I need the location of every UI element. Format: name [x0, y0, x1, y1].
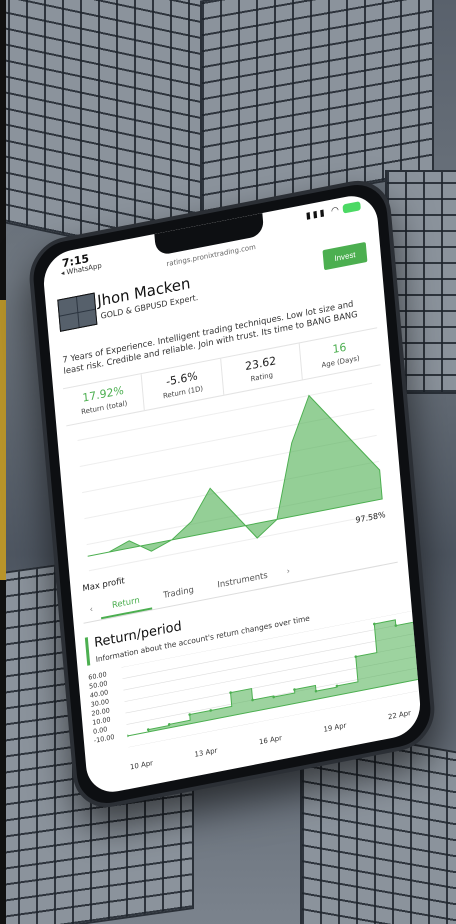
phone-mockup: 7:15 ◂ WhatsApp ▮▮▮ ◠ ratings.pronixtrad…: [26, 174, 438, 814]
stat-age: 16 Age (Days): [298, 328, 381, 380]
stat-return-1d: -5.6% Return (1D): [140, 358, 223, 411]
y-axis-labels: 60.00 50.00 40.00 30.00 20.00 10.00 0.00…: [88, 668, 124, 746]
avatar: [57, 292, 98, 332]
battery-icon: [342, 201, 361, 214]
data-point: [126, 734, 129, 738]
stat-return-total: 17.92% Return (total): [63, 374, 144, 425]
phone-screen: 7:15 ◂ WhatsApp ▮▮▮ ◠ ratings.pronixtrad…: [41, 191, 423, 797]
tab-return[interactable]: Return: [99, 587, 153, 620]
x-tick: 19 Apr: [323, 721, 347, 734]
stat-rating: 23.62 Rating: [219, 343, 302, 396]
status-icons: ▮▮▮ ◠: [306, 201, 361, 222]
x-tick: 10 Apr: [129, 759, 154, 772]
tab-trading[interactable]: Trading: [151, 577, 207, 610]
tabs-next-icon[interactable]: ›: [279, 559, 299, 584]
edge-bar: [0, 0, 6, 924]
tabs-prev-icon[interactable]: ‹: [82, 597, 102, 622]
x-tick: 16 Apr: [258, 734, 283, 747]
invest-button[interactable]: Invest: [322, 241, 368, 271]
x-tick: 13 Apr: [194, 746, 218, 760]
data-point: [416, 634, 420, 637]
x-tick: 22 Apr: [387, 708, 412, 722]
